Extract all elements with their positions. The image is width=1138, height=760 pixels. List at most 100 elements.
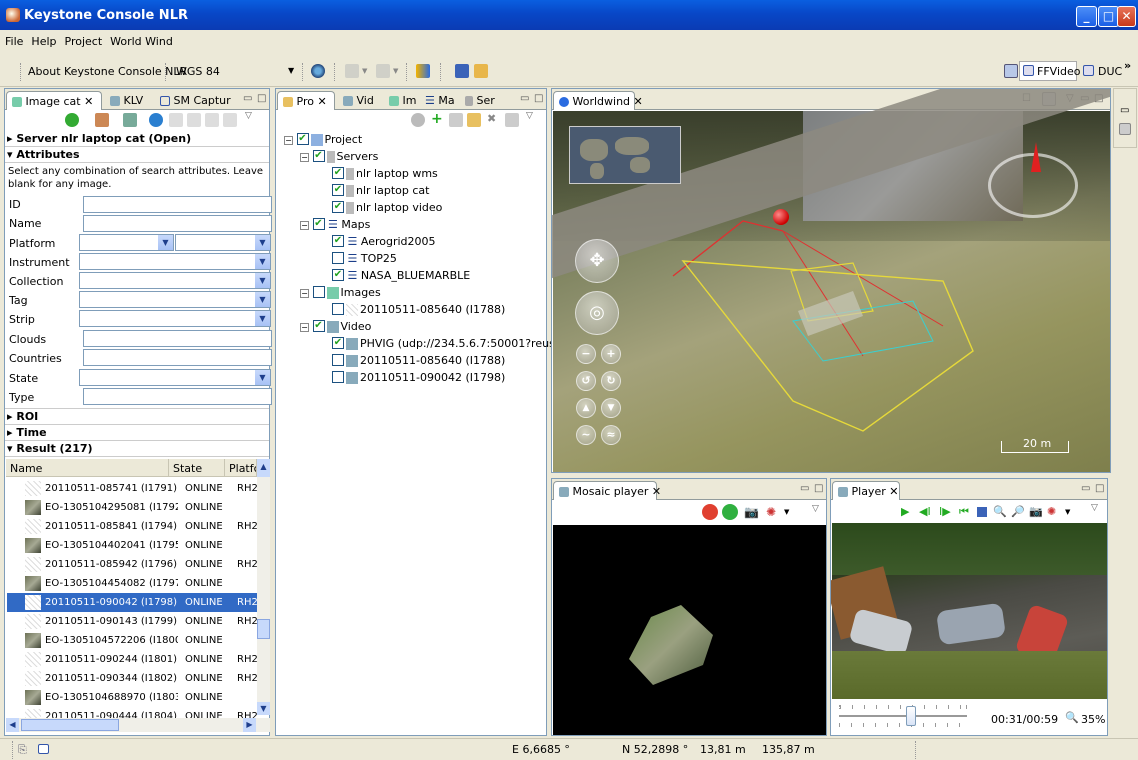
tree-servers[interactable]: − ✔ Servers xyxy=(300,150,378,163)
tree-server-item[interactable]: ✔ nlr laptop wms xyxy=(332,167,438,180)
tree-server-item[interactable]: ✔ nlr laptop cat xyxy=(332,184,429,197)
chevron-down-icon[interactable]: ▼ xyxy=(158,235,173,250)
close-tab-icon[interactable]: ✕ xyxy=(634,95,643,108)
undo-dropdown-icon[interactable]: ▼ xyxy=(362,67,367,75)
close-tab-icon[interactable]: ✕ xyxy=(84,95,93,108)
video-frame[interactable] xyxy=(831,523,1107,699)
look-control-icon[interactable]: ◎ xyxy=(575,291,619,335)
column-name[interactable]: Name xyxy=(6,459,169,477)
clouds-field[interactable] xyxy=(83,330,272,347)
table-row[interactable]: EO-1305104572206 (I1800 ONLINE xyxy=(7,631,262,650)
tree-map-item[interactable]: ☰ TOP25 xyxy=(332,252,397,265)
menu-file[interactable]: File xyxy=(0,33,26,48)
redo-icon[interactable] xyxy=(376,64,390,78)
table-row[interactable]: 20110511-090042 (I1798)ONLINERH2 S xyxy=(7,593,262,612)
type-field[interactable] xyxy=(83,388,272,405)
export-icon[interactable] xyxy=(95,113,109,127)
tab-klv[interactable]: KLV xyxy=(105,91,148,110)
tab-project[interactable]: Pro ✕ xyxy=(277,91,335,110)
table-row[interactable]: EO-1305104454082 (I1797 ONLINE xyxy=(7,574,262,593)
state-combo[interactable]: ▼ xyxy=(79,369,271,386)
checkbox[interactable]: ✔ xyxy=(312,218,325,230)
tab-servers[interactable]: Ser xyxy=(460,91,500,110)
collapse-icon[interactable]: − xyxy=(284,135,293,145)
record-icon[interactable]: ✺ xyxy=(766,505,776,519)
column-platform[interactable]: Platfc xyxy=(225,459,257,477)
countries-field[interactable] xyxy=(83,349,272,366)
tilt-down-icon[interactable]: ▼ xyxy=(601,398,621,418)
remove-all-icon[interactable] xyxy=(505,113,519,127)
maximize-view-icon[interactable]: □ xyxy=(534,93,543,104)
copy-icon[interactable] xyxy=(449,113,463,127)
open-folder-icon[interactable] xyxy=(474,64,488,78)
skip-start-icon[interactable]: ⏮ xyxy=(959,505,969,519)
name-field[interactable] xyxy=(83,215,272,232)
checkbox[interactable]: ✔ xyxy=(332,167,344,179)
tree-video-item[interactable]: 20110511-090042 (I1798) xyxy=(332,371,505,384)
stop-icon[interactable] xyxy=(977,507,987,517)
exaggeration-up-icon[interactable]: ≈ xyxy=(601,425,621,445)
minimize-view-icon[interactable]: ▭ xyxy=(1081,483,1090,494)
collapse-icon[interactable]: − xyxy=(300,152,309,162)
run-icon[interactable] xyxy=(65,113,79,127)
globe-icon[interactable] xyxy=(311,64,325,78)
import-icon[interactable] xyxy=(123,113,137,127)
delete-icon[interactable]: ✖ xyxy=(487,112,496,125)
mosaic-view[interactable] xyxy=(553,525,826,735)
refresh-icon[interactable] xyxy=(149,113,163,127)
rotate-left-icon[interactable]: ↺ xyxy=(576,371,596,391)
table-row[interactable]: 20110511-090344 (I1802)ONLINERH2 S xyxy=(7,669,262,688)
edit-icon[interactable] xyxy=(169,113,183,127)
back-forward-icon[interactable] xyxy=(416,64,430,78)
crs-label[interactable]: WGS 84 xyxy=(176,65,220,78)
paste-icon[interactable] xyxy=(205,113,219,127)
time-section[interactable]: ▸ Time xyxy=(7,426,47,439)
column-state[interactable]: State xyxy=(169,459,225,477)
tag-combo[interactable]: ▼ xyxy=(79,291,271,308)
scroll-up-icon[interactable]: ▲ xyxy=(257,459,270,477)
result-section[interactable]: ▾ Result (217) xyxy=(7,442,93,455)
chevron-down-icon[interactable]: ▼ xyxy=(255,273,270,288)
checkbox[interactable]: ✔ xyxy=(332,184,344,196)
checkbox[interactable]: ✔ xyxy=(332,201,344,213)
menu-world-wind[interactable]: World Wind xyxy=(105,33,176,48)
maximize-view-icon[interactable]: □ xyxy=(814,483,823,494)
maximize-button[interactable]: □ xyxy=(1098,6,1119,27)
scroll-down-icon[interactable]: ▼ xyxy=(257,702,270,715)
checkbox[interactable]: ✔ xyxy=(332,235,344,247)
checkbox[interactable]: ✔ xyxy=(312,320,325,332)
close-tab-icon[interactable]: ✕ xyxy=(652,485,661,498)
perspective-ffvideo[interactable]: FFVideo xyxy=(1019,61,1080,81)
platform-sub-combo[interactable]: ▼ xyxy=(175,234,271,251)
add-icon[interactable]: + xyxy=(431,111,443,127)
collapse-icon[interactable]: − xyxy=(300,220,309,230)
table-row[interactable]: 20110511-090143 (I1799)ONLINERH2 S xyxy=(7,612,262,631)
table-row[interactable]: EO-1305104402041 (I1795 ONLINE xyxy=(7,536,262,555)
checkbox[interactable]: ✔ xyxy=(332,337,344,349)
copy-icon[interactable] xyxy=(187,113,201,127)
table-row[interactable]: EO-1305104688970 (I1803 ONLINE xyxy=(7,688,262,707)
tree-server-item[interactable]: ✔ nlr laptop video xyxy=(332,201,442,214)
chevron-down-icon[interactable]: ▼ xyxy=(255,311,270,326)
vertical-scrollbar[interactable]: ▼ xyxy=(257,477,270,715)
tab-image-cat[interactable]: Image cat ✕ xyxy=(6,91,102,110)
tab-worldwind[interactable]: Worldwind ✕ xyxy=(553,91,643,110)
exaggeration-down-icon[interactable]: ∼ xyxy=(576,425,596,445)
stop-icon[interactable] xyxy=(702,504,718,520)
tree-map-item[interactable]: ✔ ☰ Aerogrid2005 xyxy=(332,235,436,248)
scroll-left-icon[interactable]: ◀ xyxy=(6,718,19,732)
h-scroll-thumb[interactable] xyxy=(21,719,119,731)
zoom-in-icon[interactable]: + xyxy=(601,344,621,364)
camera-position-marker[interactable] xyxy=(773,209,789,225)
table-row[interactable]: 20110511-085741 (I1791)ONLINERH2 S xyxy=(7,479,262,498)
fast-view-icon[interactable]: ⎘ xyxy=(18,743,27,757)
step-back-icon[interactable]: ◀Ⅰ xyxy=(919,505,931,518)
save-icon[interactable] xyxy=(455,64,469,78)
tree-video[interactable]: − ✔ Video xyxy=(300,320,371,333)
instrument-combo[interactable]: ▼ xyxy=(79,253,271,270)
id-field[interactable] xyxy=(83,196,272,213)
chevron-down-icon[interactable]: ▼ xyxy=(255,254,270,269)
timeline-slider-thumb[interactable] xyxy=(906,706,916,726)
record-icon[interactable]: ✺ xyxy=(1047,505,1056,518)
close-tab-icon[interactable]: ✕ xyxy=(317,95,326,108)
